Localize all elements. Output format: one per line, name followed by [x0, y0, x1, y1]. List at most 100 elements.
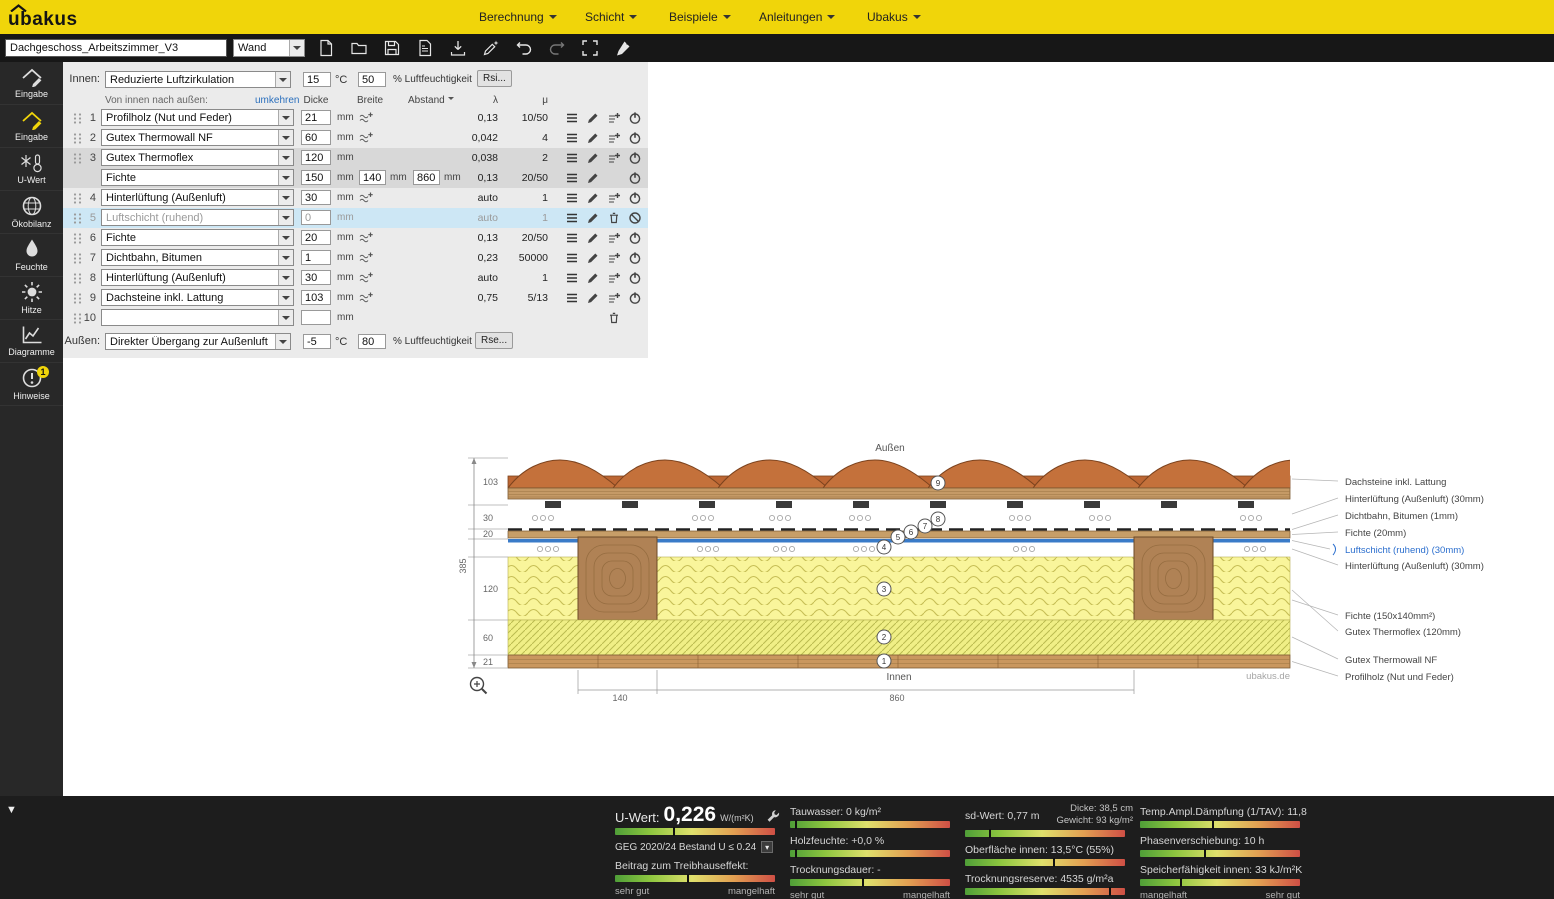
- power-icon[interactable]: [628, 131, 643, 145]
- material-select[interactable]: Profilholz (Nut und Feder): [101, 109, 294, 126]
- sidebar-item-eingabe-1[interactable]: Eingabe: [0, 62, 63, 105]
- menu-icon[interactable]: [565, 151, 580, 165]
- zoom-in-icon[interactable]: [471, 678, 487, 694]
- pencil-icon[interactable]: [586, 191, 601, 205]
- material-select[interactable]: Gutex Thermoflex: [101, 149, 294, 166]
- add-icon[interactable]: [607, 151, 622, 165]
- trash-icon[interactable]: [607, 311, 622, 325]
- add-icon[interactable]: [607, 231, 622, 245]
- dicke-input[interactable]: [301, 230, 331, 245]
- magic-wand-button[interactable]: [480, 37, 502, 59]
- invert-link[interactable]: umkehren: [255, 95, 299, 106]
- menu-icon[interactable]: [565, 211, 580, 225]
- layer-label-right[interactable]: Profilholz (Nut und Feder): [1345, 672, 1454, 683]
- innen-condition-select[interactable]: Reduzierte Luftzirkulation: [105, 71, 291, 88]
- trash-icon[interactable]: [607, 211, 622, 225]
- texture-icon[interactable]: [359, 111, 374, 124]
- layer-label-right[interactable]: Dachsteine inkl. Lattung: [1345, 477, 1446, 488]
- dicke-input[interactable]: [301, 290, 331, 305]
- rafter-beam[interactable]: [578, 537, 657, 620]
- block-icon[interactable]: [628, 211, 643, 225]
- power-icon[interactable]: [628, 151, 643, 165]
- dicke-input[interactable]: [301, 250, 331, 265]
- aussen-humidity-input[interactable]: [358, 334, 386, 349]
- sidebar-item-eingabe-2[interactable]: Eingabe: [0, 105, 63, 148]
- add-icon[interactable]: [607, 251, 622, 265]
- material-select[interactable]: Fichte: [101, 169, 294, 186]
- texture-icon[interactable]: [359, 191, 374, 204]
- texture-icon[interactable]: [359, 251, 374, 264]
- add-icon[interactable]: [607, 271, 622, 285]
- power-icon[interactable]: [628, 111, 643, 125]
- pencil-icon[interactable]: [586, 211, 601, 225]
- fullscreen-button[interactable]: [579, 37, 601, 59]
- abstand-column-header[interactable]: Abstand: [408, 95, 454, 106]
- material-select[interactable]: Luftschicht (ruhend): [101, 209, 294, 226]
- pencil-icon[interactable]: [586, 231, 601, 245]
- add-icon[interactable]: [607, 291, 622, 305]
- breite-input[interactable]: [359, 170, 386, 185]
- dicke-input[interactable]: [301, 270, 331, 285]
- pencil-icon[interactable]: [586, 111, 601, 125]
- dicke-input[interactable]: [301, 170, 331, 185]
- power-icon[interactable]: [628, 291, 643, 305]
- add-icon[interactable]: [607, 131, 622, 145]
- sidebar-item-diagramme[interactable]: Diagramme: [0, 320, 63, 363]
- abstand-input[interactable]: [413, 170, 440, 185]
- material-select[interactable]: Hinterlüftung (Außenluft): [101, 189, 294, 206]
- rse-button[interactable]: Rse...: [475, 332, 513, 349]
- menu-icon[interactable]: [565, 251, 580, 265]
- menu-icon[interactable]: [565, 231, 580, 245]
- layer-label-right-selected[interactable]: Luftschicht (ruhend) (30mm): [1345, 545, 1464, 556]
- menu-ubakus[interactable]: Ubakus: [867, 0, 921, 34]
- aussen-condition-select[interactable]: Direkter Übergang zur Außenluft: [105, 333, 291, 350]
- menu-beispiele[interactable]: Beispiele: [669, 0, 731, 34]
- menu-anleitungen[interactable]: Anleitungen: [759, 0, 835, 34]
- project-name-input[interactable]: [5, 39, 227, 57]
- power-icon[interactable]: [628, 171, 643, 185]
- menu-icon[interactable]: [565, 171, 580, 185]
- pencil-icon[interactable]: [586, 131, 601, 145]
- menu-schicht[interactable]: Schicht: [585, 0, 637, 34]
- pencil-icon[interactable]: [586, 251, 601, 265]
- new-file-button[interactable]: [315, 37, 337, 59]
- layer-label-right[interactable]: Dichtbahn, Bitumen (1mm): [1345, 511, 1458, 522]
- save-button[interactable]: [381, 37, 403, 59]
- material-select[interactable]: Dichtbahn, Bitumen: [101, 249, 294, 266]
- layer-label-right[interactable]: Hinterlüftung (Außenluft) (30mm): [1345, 494, 1484, 505]
- pdf-export-button[interactable]: [414, 37, 436, 59]
- material-select[interactable]: Dachsteine inkl. Lattung: [101, 289, 294, 306]
- sidebar-item-feuchte[interactable]: Feuchte: [0, 234, 63, 277]
- pencil-icon[interactable]: [586, 151, 601, 165]
- texture-icon[interactable]: [359, 131, 374, 144]
- layer-label-right[interactable]: Fichte (20mm): [1345, 528, 1406, 539]
- dicke-input[interactable]: [301, 130, 331, 145]
- layer-rect-profilholz[interactable]: [508, 655, 1290, 668]
- add-icon[interactable]: [607, 111, 622, 125]
- download-button[interactable]: [447, 37, 469, 59]
- material-select[interactable]: Hinterlüftung (Außenluft): [101, 269, 294, 286]
- dicke-input[interactable]: [301, 310, 331, 325]
- power-icon[interactable]: [628, 191, 643, 205]
- aussen-temp-input[interactable]: [303, 334, 331, 349]
- texture-icon[interactable]: [359, 291, 374, 304]
- power-icon[interactable]: [628, 271, 643, 285]
- power-icon[interactable]: [628, 251, 643, 265]
- texture-icon[interactable]: [359, 231, 374, 244]
- dicke-input[interactable]: [301, 190, 331, 205]
- material-select[interactable]: Gutex Thermowall NF: [101, 129, 294, 146]
- dicke-input[interactable]: [301, 150, 331, 165]
- sidebar-item-hinweise[interactable]: 1 Hinweise: [0, 363, 63, 406]
- layer-label-right[interactable]: Gutex Thermoflex (120mm): [1345, 627, 1461, 638]
- signature-pen-button[interactable]: [612, 37, 634, 59]
- add-icon[interactable]: [607, 191, 622, 205]
- sidebar-item-oekobilanz[interactable]: Ökobilanz: [0, 191, 63, 234]
- dicke-input[interactable]: [301, 210, 331, 225]
- menu-icon[interactable]: [565, 191, 580, 205]
- rsi-button[interactable]: Rsi...: [477, 70, 512, 87]
- innen-humidity-input[interactable]: [358, 72, 386, 87]
- undo-button[interactable]: [513, 37, 535, 59]
- sidebar-item-uwert[interactable]: U-Wert: [0, 148, 63, 191]
- dicke-input[interactable]: [301, 110, 331, 125]
- pencil-icon[interactable]: [586, 171, 601, 185]
